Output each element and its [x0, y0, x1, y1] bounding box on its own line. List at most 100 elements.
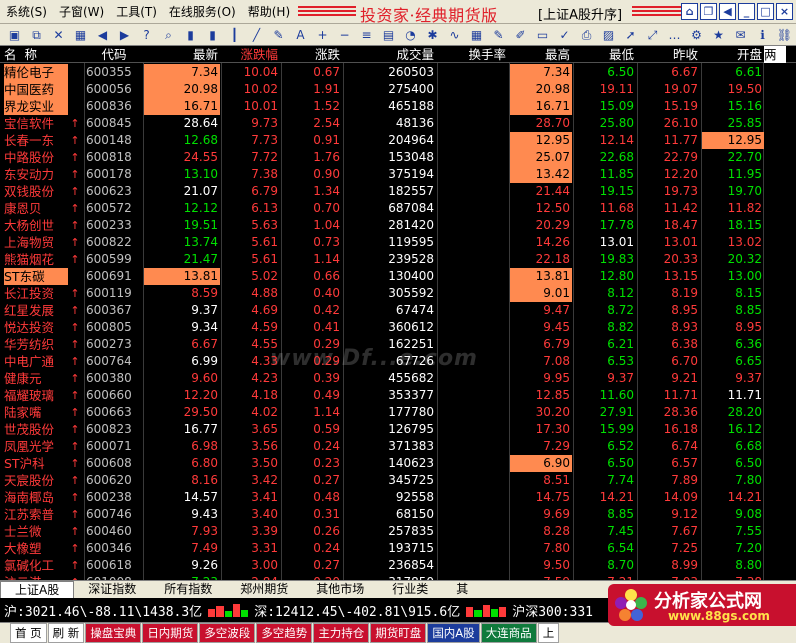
bar-chart-icon[interactable]: ▮ — [202, 26, 223, 44]
table-row[interactable]: 精伦电子 600355 7.34 10.04 0.67 260503 7.34 6.50 6.6… — [0, 64, 796, 81]
wave-icon[interactable]: ∿ — [444, 26, 465, 44]
zoom-out-icon[interactable]: − — [334, 26, 355, 44]
table-row[interactable]: 陆家嘴 ↑ 600663 29.50 4.02 1.14 177780 30.20 27.91 2… — [0, 404, 796, 421]
menu-online[interactable]: 在线服务(O) — [163, 3, 242, 20]
table-row[interactable]: 氯碱化工 ↑ 600618 9.26 3.00 0.27 236854 9.50 8.70 8.9… — [0, 557, 796, 574]
table-row[interactable]: ST东碳 600691 13.81 5.02 0.66 130400 13.81 12.80 1… — [0, 268, 796, 285]
table-row[interactable]: 界龙实业 600836 16.71 10.01 1.52 465188 16.71 15.09… — [0, 98, 796, 115]
col-open[interactable]: 开盘 — [702, 46, 764, 63]
minimize-icon[interactable]: _ — [738, 3, 755, 20]
table-row[interactable]: 健康元 ↑ 600380 9.60 4.23 0.39 455682 9.95 9.37 9.21… — [0, 370, 796, 387]
function-button-1[interactable]: 刷 新 — [47, 623, 85, 643]
table-icon[interactable]: ▤ — [378, 26, 399, 44]
col-chg[interactable]: 涨跌 — [282, 46, 342, 63]
function-button-5[interactable]: 多空趋势 — [256, 623, 313, 643]
tab-6[interactable]: 其 — [442, 581, 482, 599]
picture-icon[interactable]: ▨ — [598, 26, 619, 44]
pen-icon[interactable]: ✎ — [488, 26, 509, 44]
star-icon[interactable]: ★ — [708, 26, 729, 44]
col-more[interactable]: 两 — [764, 46, 786, 63]
col-prev-close[interactable]: 昨收 — [638, 46, 700, 63]
table-row[interactable]: 中路股份 ↑ 600818 24.55 7.72 1.76 153048 25.07 22.68… — [0, 149, 796, 166]
col-low[interactable]: 最低 — [574, 46, 636, 63]
col-last[interactable]: 最新 — [144, 46, 220, 63]
table-row[interactable]: 熊猫烟花 ↑ 600599 21.47 5.61 1.14 239528 22.18 19.83… — [0, 251, 796, 268]
restore-icon[interactable]: ❐ — [700, 3, 717, 20]
col-name[interactable]: 名称 — [4, 46, 68, 63]
tab-5[interactable]: 行业类 — [378, 581, 442, 599]
table-row[interactable]: 江苏索普 ↑ 600746 9.43 3.40 0.31 68150 9.69 8.85 9.12… — [0, 506, 796, 523]
home-icon[interactable]: ⌂ — [681, 3, 698, 20]
settings-icon[interactable]: ⚙ — [686, 26, 707, 44]
col-code[interactable]: 代码 — [86, 46, 142, 63]
tools-icon[interactable]: ✱ — [422, 26, 443, 44]
back-icon[interactable]: ◀ — [719, 3, 736, 20]
function-button-8[interactable]: 国内A股 — [427, 623, 480, 643]
back-icon[interactable]: ◀ — [92, 26, 113, 44]
tab-2[interactable]: 所有指数 — [150, 581, 226, 599]
index-shenzhen[interactable]: 深:12412.45\-402.81\915.6亿 — [250, 601, 464, 620]
table-row[interactable]: 东安动力 ↑ 600178 13.10 7.38 0.90 375194 13.42 11.85… — [0, 166, 796, 183]
logo-url[interactable]: www.88gs.com — [668, 609, 770, 623]
table-row[interactable]: 士兰微 ↑ 600460 7.93 3.39 0.26 257835 8.28 7.45 7.67… — [0, 523, 796, 540]
table-row[interactable]: 中国医药 600056 20.98 10.02 1.91 275400 20.98 19.11… — [0, 81, 796, 98]
table-row[interactable]: 康恩贝 ↑ 600572 12.12 6.13 0.70 687084 12.50 11.68 1… — [0, 200, 796, 217]
table-row[interactable]: 华芳纺织 ↑ 600273 6.67 4.55 0.29 162251 6.79 6.21 6.3… — [0, 336, 796, 353]
table-row[interactable]: 宝信软件 ↑ 600845 28.64 9.73 2.54 48136 28.70 25.80 2… — [0, 115, 796, 132]
k-line-icon[interactable]: ┃ — [224, 26, 245, 44]
chart-icon[interactable]: ◔ — [400, 26, 421, 44]
grid-icon[interactable]: ▦ — [466, 26, 487, 44]
col-high[interactable]: 最高 — [510, 46, 572, 63]
table-row[interactable]: 凤凰光学 ↑ 600071 6.98 3.56 0.24 371383 7.29 6.52 6.7… — [0, 438, 796, 455]
table-row[interactable]: 红星发展 ↑ 600367 9.37 4.69 0.42 67474 9.47 8.72 8.95… — [0, 302, 796, 319]
menu-window[interactable]: 子窗(W) — [53, 3, 110, 20]
menu-help[interactable]: 帮助(H) — [242, 3, 296, 20]
expand-icon[interactable]: ⤢ — [642, 26, 663, 44]
index-shanghai[interactable]: 沪:3021.46\-88.11\1438.3亿 — [0, 601, 206, 620]
zoom-in-icon[interactable]: + — [312, 26, 333, 44]
help-icon[interactable]: ? — [136, 26, 157, 44]
arrow-icon[interactable]: ➚ — [620, 26, 641, 44]
close-icon[interactable]: × — [776, 3, 793, 20]
table-row[interactable]: 悦达投资 ↑ 600805 9.34 4.59 0.41 360612 9.45 8.82 8.9… — [0, 319, 796, 336]
function-button-6[interactable]: 主力持仓 — [313, 623, 370, 643]
close-icon[interactable]: ✕ — [48, 26, 69, 44]
ruler-icon[interactable]: ▭ — [532, 26, 553, 44]
grid-icon[interactable]: ▦ — [70, 26, 91, 44]
table-row[interactable]: ST沪科 ↑ 600608 6.80 3.50 0.23 140623 6.90 6.50 6.5… — [0, 455, 796, 472]
mark-icon[interactable]: ✓ — [554, 26, 575, 44]
table-row[interactable]: 天宸股份 ↑ 600620 8.16 3.42 0.27 345725 8.51 7.74 7.8… — [0, 472, 796, 489]
bar-chart-icon[interactable]: ▮ — [180, 26, 201, 44]
table-row[interactable]: 大杨创世 ↑ 600233 19.51 5.63 1.04 281420 20.29 17.78… — [0, 217, 796, 234]
table-row[interactable]: 长春一东 ↑ 600148 12.68 7.73 0.91 204964 12.95 12.14… — [0, 132, 796, 149]
tab-3[interactable]: 郑州期货 — [226, 581, 302, 599]
function-button-3[interactable]: 日内期货 — [142, 623, 199, 643]
table-row[interactable]: 世茂股份 ↑ 600823 16.77 3.65 0.59 126795 17.30 15.99… — [0, 421, 796, 438]
function-button-0[interactable]: 首 页 — [10, 623, 47, 643]
table-row[interactable]: 中电广通 ↑ 600764 6.99 4.33 0.29 67726 7.08 6.53 6.70… — [0, 353, 796, 370]
more-icon[interactable]: … — [664, 26, 685, 44]
table-row[interactable]: 海南椰岛 ↑ 600238 14.57 3.41 0.48 92558 14.75 14.21 1… — [0, 489, 796, 506]
table-row[interactable]: 大橡塑 ↑ 600346 7.49 3.31 0.24 193715 7.80 6.54 7.25… — [0, 540, 796, 557]
col-turnover[interactable]: 换手率 — [438, 46, 508, 63]
function-button-9[interactable]: 大连商品 — [480, 623, 537, 643]
col-pct[interactable]: 涨跌幅 — [222, 46, 280, 63]
brush-icon[interactable]: ✐ — [510, 26, 531, 44]
tab-4[interactable]: 其他市场 — [302, 581, 378, 599]
tab-1[interactable]: 深证指数 — [74, 581, 150, 599]
table-row[interactable]: 福耀玻璃 ↑ 600660 12.20 4.18 0.49 353377 12.85 11.60… — [0, 387, 796, 404]
table-row[interactable]: 双钱股份 ↑ 600623 21.07 6.79 1.34 182557 21.44 19.15… — [0, 183, 796, 200]
function-button-10[interactable]: 上 — [537, 623, 560, 643]
print-icon[interactable]: ⎙ — [576, 26, 597, 44]
pen-icon[interactable]: ✎ — [268, 26, 289, 44]
find-icon[interactable]: ⌕ — [158, 26, 179, 44]
col-vol[interactable]: 成交量 — [344, 46, 436, 63]
forward-icon[interactable]: ▶ — [114, 26, 135, 44]
mail-icon[interactable]: ✉ — [730, 26, 751, 44]
link-icon[interactable]: ⛓ — [774, 26, 795, 44]
line-icon[interactable]: ╱ — [246, 26, 267, 44]
new-icon[interactable]: ▣ — [4, 26, 25, 44]
index-hs300[interactable]: 沪深300:331 — [508, 601, 597, 620]
text-icon[interactable]: A — [290, 26, 311, 44]
maximize-icon[interactable]: □ — [757, 3, 774, 20]
